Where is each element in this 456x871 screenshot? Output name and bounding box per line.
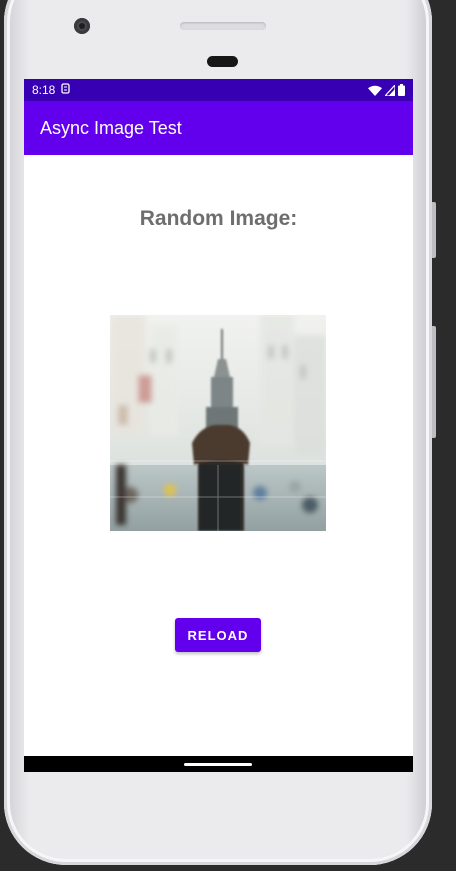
reload-button[interactable]: RELOAD [175,618,261,652]
battery-icon [398,84,405,96]
proximity-sensor [207,56,238,67]
navigation-bar [24,756,413,772]
cell-signal-icon [385,84,395,96]
random-image [110,315,326,531]
earpiece-speaker [180,22,266,30]
device-screen: 8:18 Async Image Test Random Image: RELO… [24,79,413,772]
main-content: Random Image: RELOAD [24,155,413,750]
home-gesture-handle[interactable] [184,763,252,766]
page-title: Random Image: [139,207,298,230]
front-camera [74,18,90,34]
status-time: 8:18 [32,83,56,97]
status-bar: 8:18 [24,79,413,101]
sim-card-icon [61,83,71,97]
emulator-stage: 8:18 Async Image Test Random Image: RELO… [0,0,456,871]
status-icons [368,84,405,96]
app-title: Async Image Test [40,117,182,138]
wifi-icon [368,85,382,96]
app-bar: Async Image Test [24,101,413,155]
